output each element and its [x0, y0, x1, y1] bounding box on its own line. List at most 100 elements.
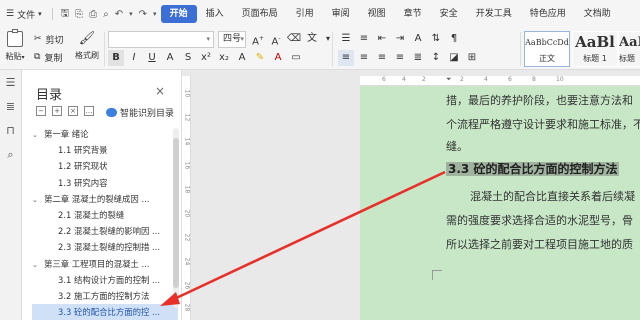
indent-marker-icon[interactable]: ⏷ [446, 75, 452, 84]
chevron-down-icon[interactable]: ⌄ [32, 192, 44, 207]
nav-scrollbar[interactable] [173, 128, 179, 308]
bookmark-icon[interactable]: ⊓ [4, 124, 18, 138]
export-pdf-icon[interactable]: ⎘ [75, 9, 83, 20]
align-left-icon[interactable]: ≡ [338, 50, 354, 66]
close-icon[interactable]: × [155, 84, 165, 98]
align-center-icon[interactable]: ≡ [356, 50, 372, 66]
print-icon[interactable]: ⎙ [89, 9, 97, 20]
toc-section[interactable]: 1.3 研究内容 [32, 175, 178, 191]
bold-icon[interactable]: B [108, 50, 124, 66]
justify-icon[interactable]: ≡ [392, 50, 408, 66]
tab-doc-assistant[interactable]: 文档助 [575, 5, 611, 23]
ruler-tick: 4 [402, 76, 406, 83]
tab-developer[interactable]: 开发工具 [467, 5, 521, 23]
file-menu[interactable]: ☰ 文件 ▾ [0, 8, 48, 21]
save-icon[interactable]: 🖫 [61, 6, 70, 23]
divider [332, 32, 333, 66]
smart-toc-button[interactable]: 智能识别目录 [106, 106, 174, 119]
phonetic-guide-icon[interactable]: 文 [304, 31, 320, 47]
line-spacing-icon[interactable]: ↕ [428, 50, 444, 66]
chevron-down-icon[interactable]: ⌄ [32, 257, 44, 272]
toc-section[interactable]: 3.1 结构设计方面的控制 ... [32, 272, 178, 288]
toc-section[interactable]: 2.2 混凝土裂缝的影响因 ... [32, 223, 178, 239]
format-painter-button[interactable]: 🖌 格式刷 [72, 31, 102, 61]
italic-icon[interactable]: I [126, 50, 142, 66]
toc-section-selected[interactable]: 3.3 砼的配合比方面的控 ... [32, 304, 178, 320]
outline-icon[interactable]: ≣ [4, 100, 18, 114]
remove-heading-icon[interactable]: × [68, 106, 78, 116]
tab-page-layout[interactable]: 页面布局 [233, 5, 287, 23]
tab-chapter[interactable]: 章节 [395, 5, 431, 23]
chevron-down-icon[interactable]: ⌄ [32, 127, 44, 142]
toc-section[interactable]: 1.2 研究现状 [32, 158, 178, 174]
tab-references[interactable]: 引用 [287, 5, 323, 23]
underline-icon[interactable]: U [144, 50, 160, 66]
document-page[interactable]: 措，最后的养护阶段，也要注意方法和 个流程严格遵守设计要求和施工标准，不 缝。 … [360, 86, 640, 320]
expand-all-icon[interactable]: + [52, 106, 62, 116]
chevron-down-icon[interactable]: ▾ [320, 31, 336, 47]
navigation-pane: 目录 × − + × … 智能识别目录 ⌄ 第一章 绪论 1.1 研究背景 1.2… [22, 70, 182, 320]
tab-review[interactable]: 审阅 [323, 5, 359, 23]
redo-icon[interactable]: ↷ [139, 9, 147, 20]
style-heading-2[interactable]: AaBl 标题 [618, 31, 640, 67]
sort-icon[interactable]: ⇅ [428, 31, 444, 47]
paste-button[interactable]: 粘贴▾ [4, 29, 26, 62]
superscript-icon[interactable]: x² [198, 50, 214, 66]
borders-icon[interactable]: ⊞ [464, 50, 480, 66]
tab-security[interactable]: 安全 [431, 5, 467, 23]
tab-special-apps[interactable]: 特色应用 [521, 5, 575, 23]
chevron-down-icon: ▾ [240, 35, 244, 43]
copy-button[interactable]: ⧉ 复制 [34, 48, 64, 66]
style-heading-1[interactable]: AaBl 标题 1 [572, 31, 618, 67]
font-color-red-icon[interactable]: A [270, 50, 286, 66]
more-icon[interactable]: … [84, 106, 94, 116]
ruler-tick: 26 [183, 281, 191, 290]
toc-chapter[interactable]: ⌄ 第三章 工程项目的混凝土 ... [32, 256, 178, 272]
shrink-font-icon[interactable]: A- [268, 31, 284, 47]
vertical-ruler: 10 12 14 16 18 20 22 24 26 28 [182, 76, 191, 320]
subscript-icon[interactable]: x₂ [216, 50, 232, 66]
tab-home[interactable]: 开始 [160, 5, 197, 23]
scrollbar-thumb[interactable] [173, 138, 179, 288]
navigation-pane-icon[interactable]: ☰ [4, 76, 18, 90]
chevron-down-icon[interactable]: ▾ [129, 10, 133, 18]
chevron-down-icon[interactable]: ▾ [153, 10, 157, 18]
highlight-icon[interactable]: ✎ [252, 50, 268, 66]
toc-section[interactable]: 1.1 研究背景 [32, 142, 178, 158]
toc-chapter[interactable]: ⌄ 第二章 混凝土的裂缝成因 ... [32, 191, 178, 207]
shading-icon[interactable]: ◪ [446, 50, 462, 66]
toc-section[interactable]: 3.2 施工方面的控制方法 [32, 288, 178, 304]
increase-indent-icon[interactable]: ⇥ [392, 31, 408, 47]
clear-format-icon[interactable]: ⌫ [286, 31, 302, 47]
distribute-icon[interactable]: ≣ [410, 50, 426, 66]
ruler-tick: 24 [183, 257, 191, 266]
ruler-tick: 16 [183, 161, 191, 170]
bullet-list-icon[interactable]: ☰ [338, 31, 354, 47]
tab-view[interactable]: 视图 [359, 5, 395, 23]
numbered-list-icon[interactable]: ≡ [356, 31, 372, 47]
font-size-value: 四号 [223, 34, 242, 44]
char-border-icon[interactable]: ▭ [288, 50, 304, 66]
show-marks-icon[interactable]: ¶ [446, 31, 462, 47]
toc-section[interactable]: 2.3 混凝土裂缝的控制措 ... [32, 239, 178, 255]
align-right-icon[interactable]: ≡ [374, 50, 390, 66]
text-effect-icon[interactable]: A [234, 50, 250, 66]
strikethrough-icon[interactable]: S [180, 50, 196, 66]
font-color-icon[interactable]: A [162, 50, 178, 66]
find-icon[interactable]: ⌕ [4, 148, 18, 162]
chinese-layout-icon[interactable]: A [410, 31, 426, 47]
toc-chapter[interactable]: ⌄ 第一章 绪论 [32, 126, 178, 142]
copy-icon: ⧉ [34, 52, 41, 62]
decrease-indent-icon[interactable]: ⇤ [374, 31, 390, 47]
font-name-select[interactable]: ▾ [108, 31, 214, 48]
cut-button[interactable]: ✂ 剪切 [34, 30, 64, 48]
font-size-select[interactable]: 四号 ▾ [218, 31, 246, 48]
collapse-all-icon[interactable]: − [36, 106, 46, 116]
style-normal[interactable]: AaBbCcDd 正文 [524, 31, 570, 67]
toc-section[interactable]: 2.1 混凝土的裂缝 [32, 207, 178, 223]
grow-font-icon[interactable]: A+ [250, 31, 266, 47]
print-preview-icon[interactable]: ⌕ [103, 9, 109, 20]
tab-insert[interactable]: 插入 [197, 5, 233, 23]
ruler-tick: 22 [183, 233, 191, 242]
undo-icon[interactable]: ↶ [115, 9, 123, 20]
